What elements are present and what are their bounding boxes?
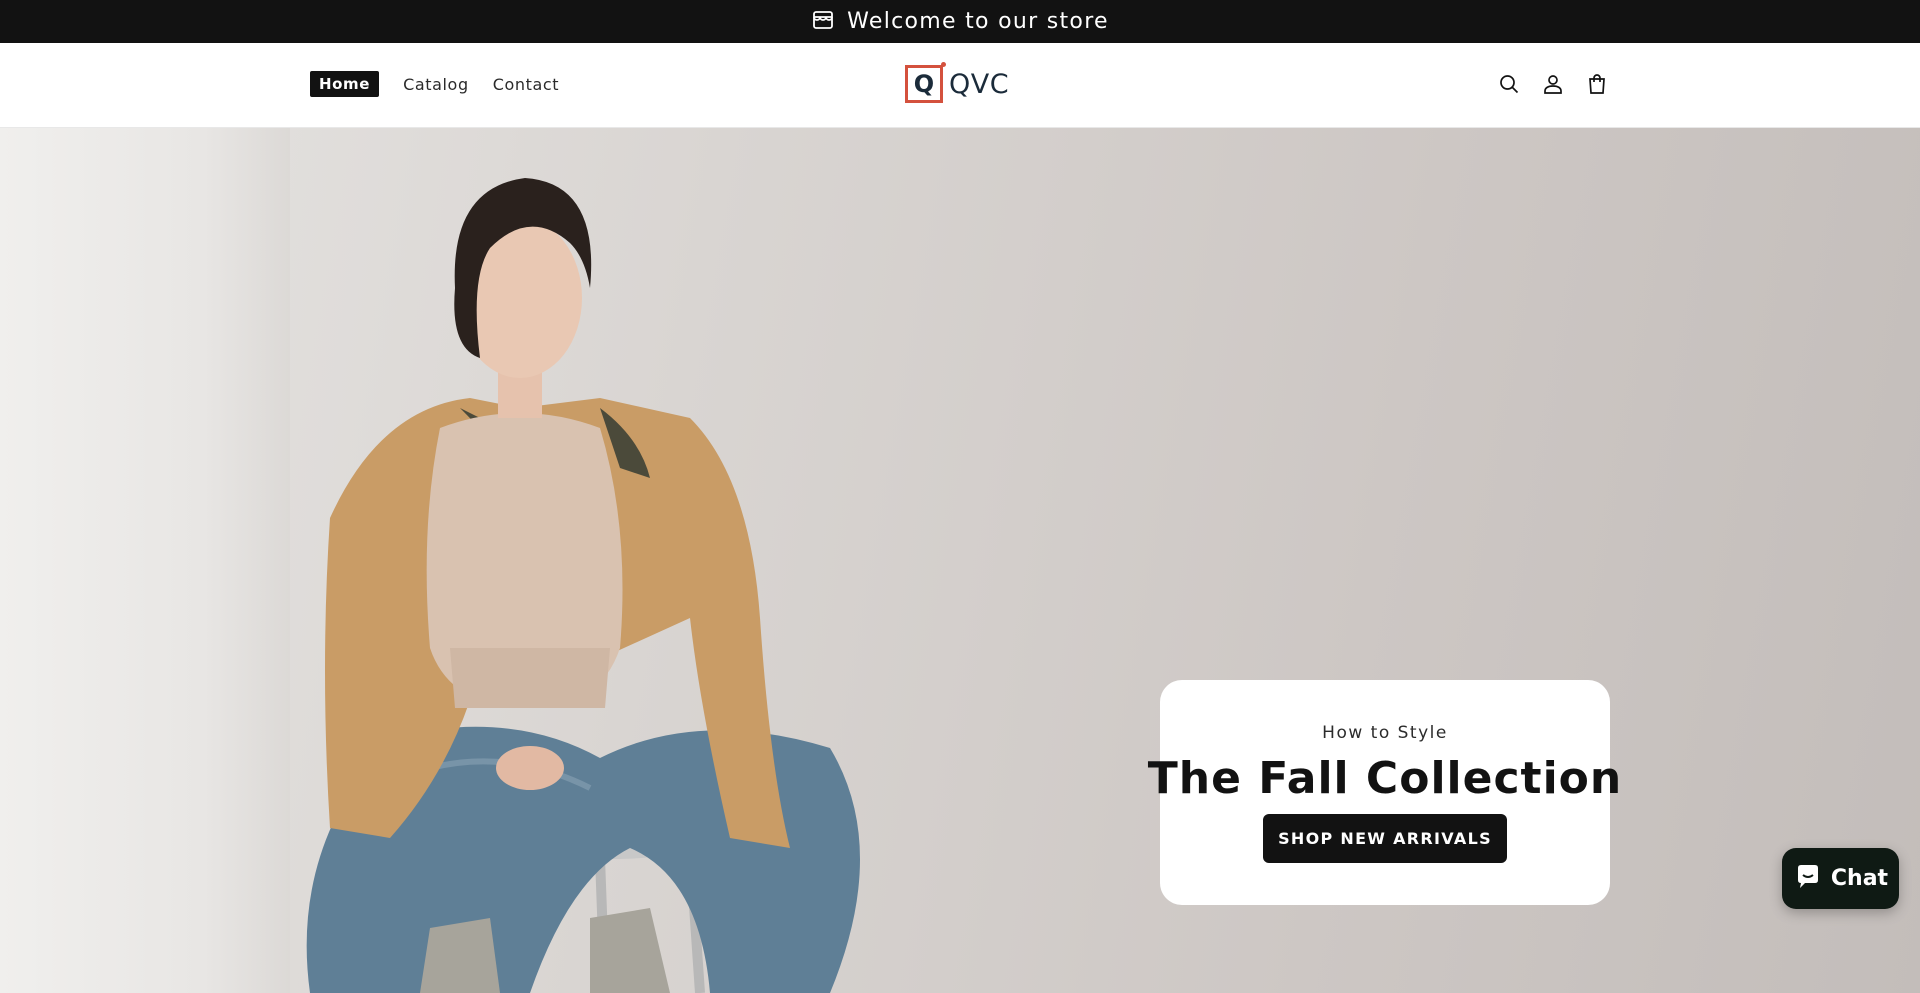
shop-new-arrivals-button[interactable]: SHOP NEW ARRIVALS bbox=[1263, 813, 1507, 863]
site-header: Home Catalog Contact Q QVC bbox=[0, 43, 1920, 128]
nav-home[interactable]: Home bbox=[310, 71, 380, 97]
logo-mark: Q bbox=[905, 62, 946, 103]
nav-contact[interactable]: Contact bbox=[493, 75, 559, 94]
store-icon bbox=[811, 8, 835, 36]
header-icons bbox=[1497, 72, 1609, 96]
logo-mark-letter: Q bbox=[913, 70, 935, 98]
site-logo[interactable]: Q QVC bbox=[905, 62, 1010, 103]
main-nav: Home Catalog Contact bbox=[310, 71, 559, 97]
hero-banner: How to Style The Fall Collection SHOP NE… bbox=[0, 128, 1920, 993]
announcement-text: Welcome to our store bbox=[847, 9, 1109, 34]
chat-button[interactable]: Chat bbox=[1782, 848, 1899, 909]
chat-bubble-icon bbox=[1793, 862, 1823, 896]
logo-dot bbox=[941, 62, 946, 67]
search-icon[interactable] bbox=[1497, 72, 1521, 96]
promo-subheading: How to Style bbox=[1322, 722, 1448, 743]
chat-label: Chat bbox=[1830, 866, 1889, 891]
nav-catalog[interactable]: Catalog bbox=[403, 75, 469, 94]
promo-card: How to Style The Fall Collection SHOP NE… bbox=[1148, 680, 1621, 905]
cart-icon[interactable] bbox=[1585, 72, 1609, 96]
logo-text: QVC bbox=[949, 68, 1010, 100]
hero-model-image bbox=[306, 178, 861, 993]
promo-heading: The Fall Collection bbox=[1147, 752, 1623, 804]
account-icon[interactable] bbox=[1541, 72, 1565, 96]
announcement-bar: Welcome to our store bbox=[0, 0, 1920, 43]
hero-wall bbox=[0, 128, 290, 993]
